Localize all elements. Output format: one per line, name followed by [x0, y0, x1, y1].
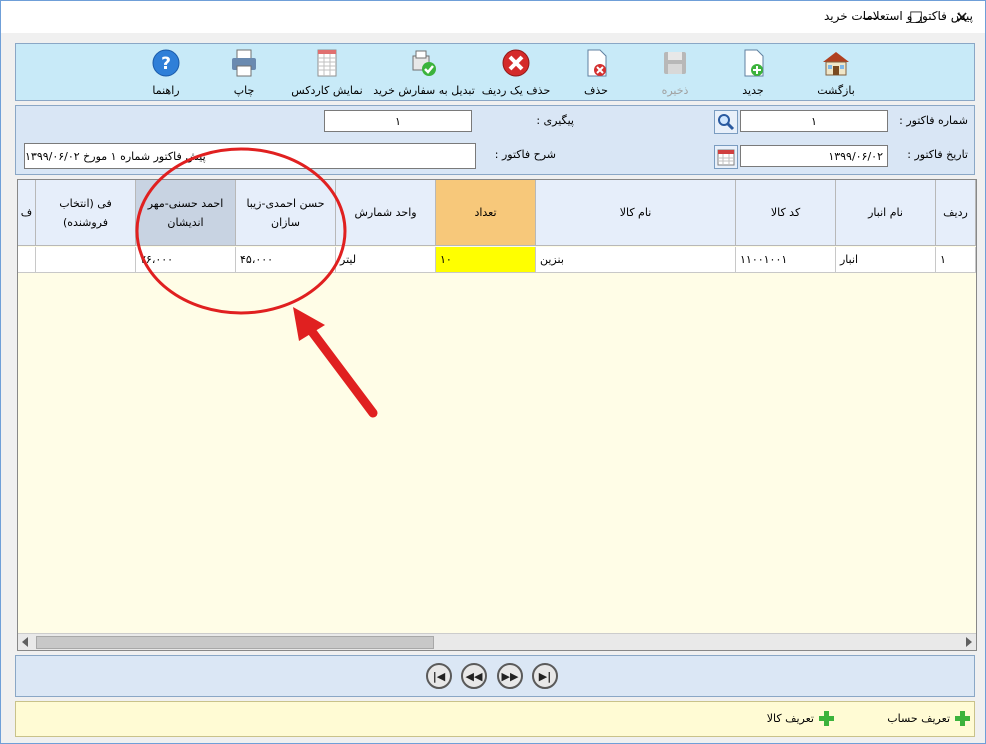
nav-next-button[interactable]: ▶▶	[497, 663, 523, 689]
home-icon	[823, 52, 849, 76]
toolbar: بازگشت جدید ذخیره حذف حذف یک ردیف تبدیل …	[15, 43, 975, 101]
arrow-left-icon[interactable]	[20, 637, 30, 647]
define-goods-link[interactable]: تعریف کالا	[767, 710, 834, 726]
col-header-unit[interactable]: واحد شمارش	[336, 180, 436, 246]
horizontal-scrollbar[interactable]	[18, 633, 976, 650]
col-header-vendor-2[interactable]: احمد حسنی-مهر اندیشان	[136, 180, 236, 246]
search-button[interactable]	[714, 110, 738, 134]
define-account-link[interactable]: تعریف حساب	[887, 710, 970, 726]
help-button[interactable]: ? راهنما	[144, 47, 188, 97]
delete-row-button[interactable]: حذف یک ردیف	[480, 47, 552, 97]
invoice-date-field[interactable]: ۱۳۹۹/۰۶/۰۲	[740, 145, 888, 167]
save-button[interactable]: ذخیره	[652, 47, 698, 97]
col-header-quantity[interactable]: تعداد	[436, 180, 536, 246]
window-title: پیش فاکتور و استعلامات خرید	[823, 9, 973, 23]
nav-last-button[interactable]: ▶|	[532, 663, 558, 689]
description-field[interactable]: پیش فاکتور شماره ۱ مورخ ۱۳۹۹/۰۶/۰۲	[24, 143, 476, 169]
col-header-warehouse[interactable]: نام انبار	[836, 180, 936, 246]
table-cell-warehouse[interactable]: انبار	[836, 247, 936, 273]
table-cell-select-vendor[interactable]	[36, 247, 136, 273]
help-icon: ?	[152, 49, 180, 77]
calendar-button[interactable]	[714, 145, 738, 169]
title-bar: — ☐ ✕ پیش فاکتور و استعلامات خرید	[1, 1, 985, 33]
main-window: — ☐ ✕ پیش فاکتور و استعلامات خرید بازگشت…	[0, 0, 986, 744]
table-cell[interactable]	[18, 247, 36, 273]
col-header-vendor-1[interactable]: حسن احمدی-زیبا سازان	[236, 180, 336, 246]
table-cell-product-code[interactable]: ۱۱۰۰۱۰۰۱	[736, 247, 836, 273]
remove-circle-icon	[502, 49, 530, 77]
invoice-number-field[interactable]: ۱	[740, 110, 888, 132]
print-button[interactable]: چاپ	[224, 47, 264, 97]
table-cell-quantity[interactable]: ۱۰	[436, 247, 536, 273]
invoice-number-label: شماره فاکتور :	[899, 114, 968, 127]
quick-links-panel: تعریف حساب تعریف کالا	[15, 701, 975, 737]
search-icon	[718, 114, 735, 131]
invoice-date-label: تاریخ فاکتور :	[907, 148, 968, 161]
invoice-header-panel: شماره فاکتور : ۱ پیگیری : ۱ تاریخ فاکتور…	[15, 105, 975, 175]
col-header-row[interactable]: ردیف	[936, 180, 976, 246]
delete-document-icon	[587, 49, 607, 77]
floppy-disk-icon	[664, 52, 686, 74]
followup-field[interactable]: ۱	[324, 110, 472, 132]
table-cell-unit[interactable]: لیتر	[336, 247, 436, 273]
items-grid: ف فی (انتخاب فروشنده) احمد حسنی-مهر اندی…	[17, 179, 977, 651]
table-cell-vendor-2[interactable]: ۷۶،۰۰۰	[136, 247, 236, 273]
svg-text:?: ?	[161, 54, 171, 74]
calendar-icon	[717, 149, 735, 166]
nav-previous-button[interactable]: ◀◀	[461, 663, 487, 689]
col-header-product-name[interactable]: نام کالا	[536, 180, 736, 246]
kardex-button[interactable]: نمایش کاردکس	[288, 47, 366, 97]
nav-first-button[interactable]: |◀	[426, 663, 452, 689]
col-header-extra[interactable]: ف	[18, 180, 36, 246]
table-cell-product-name[interactable]: بنزین	[536, 247, 736, 273]
arrow-right-icon[interactable]	[964, 637, 974, 647]
plus-icon	[818, 710, 834, 726]
printer-icon	[232, 49, 256, 77]
record-navigation: |◀ ◀◀ ▶▶ ▶|	[15, 655, 975, 697]
followup-label: پیگیری :	[536, 114, 574, 127]
col-header-select-vendor[interactable]: فی (انتخاب فروشنده)	[36, 180, 136, 246]
back-button[interactable]: بازگشت	[806, 47, 866, 97]
col-header-product-code[interactable]: کد کالا	[736, 180, 836, 246]
convert-to-order-button[interactable]: تبدیل به سفارش خرید	[370, 47, 478, 97]
scrollbar-thumb[interactable]	[36, 636, 434, 649]
convert-check-icon	[412, 50, 436, 76]
description-label: شرح فاکتور :	[494, 148, 556, 161]
spreadsheet-icon	[317, 49, 337, 77]
table-cell-row[interactable]: ۱	[936, 247, 976, 273]
table-cell-vendor-1[interactable]: ۴۵،۰۰۰	[236, 247, 336, 273]
delete-button[interactable]: حذف	[576, 47, 616, 97]
plus-icon	[954, 710, 970, 726]
new-button[interactable]: جدید	[730, 47, 776, 97]
new-document-icon	[744, 49, 764, 77]
